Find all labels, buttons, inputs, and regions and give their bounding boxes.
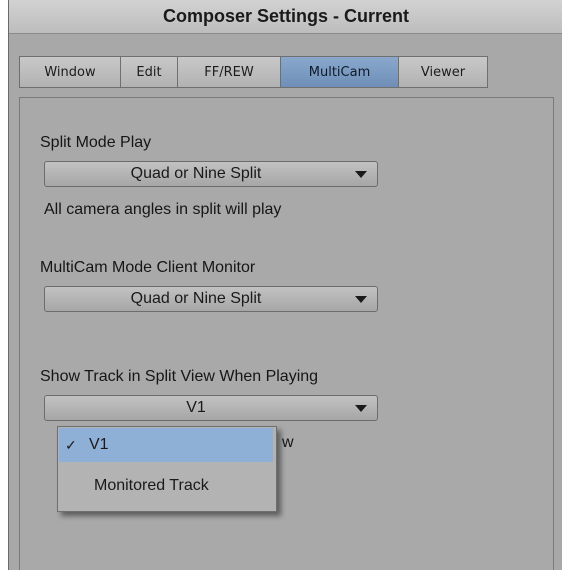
tab-multicam[interactable]: MultiCam [280, 56, 399, 88]
tab-ff-rew[interactable]: FF/REW [177, 56, 281, 88]
menu-item-v1[interactable]: ✓ V1 [59, 428, 273, 462]
composer-settings-window: Composer Settings - Current Window Edit … [8, 0, 562, 570]
show-track-label: Show Track in Split View When Playing [40, 368, 319, 385]
menu-item-v1-label: V1 [89, 436, 109, 453]
window-title: Composer Settings - Current [162, 6, 410, 26]
chevron-down-icon [355, 171, 367, 178]
tab-window[interactable]: Window [19, 56, 121, 88]
split-mode-value: Quad or Nine Split [130, 165, 262, 182]
tab-viewer[interactable]: Viewer [398, 56, 488, 88]
tab-edit[interactable]: Edit [120, 56, 178, 88]
checkmark-icon: ✓ [65, 436, 77, 453]
tab-edit-label: Edit [136, 64, 162, 80]
tab-viewer-label: Viewer [420, 64, 466, 80]
split-mode-note: All camera angles in split will play [44, 201, 282, 218]
title-bar[interactable]: Composer Settings - Current [9, 0, 562, 34]
split-mode-label: Split Mode Play [40, 134, 152, 151]
tab-bar: Window Edit FF/REW MultiCam Viewer [19, 56, 488, 88]
menu-item-monitored-track-label: Monitored Track [94, 477, 209, 494]
chevron-down-icon [355, 405, 367, 412]
show-track-dropdown[interactable]: V1 [44, 395, 378, 421]
client-monitor-label: MultiCam Mode Client Monitor [40, 259, 256, 276]
show-track-note-fragment: w [282, 434, 294, 451]
tab-multicam-label: MultiCam [308, 64, 371, 80]
show-track-value: V1 [186, 399, 206, 416]
tab-window-label: Window [44, 64, 96, 80]
client-monitor-dropdown[interactable]: Quad or Nine Split [44, 286, 378, 312]
menu-item-monitored-track[interactable]: Monitored Track [59, 469, 273, 503]
show-track-popup-menu: ✓ V1 Monitored Track [57, 426, 277, 512]
split-mode-dropdown[interactable]: Quad or Nine Split [44, 161, 378, 187]
client-monitor-value: Quad or Nine Split [130, 290, 262, 307]
tab-ff-rew-label: FF/REW [204, 64, 254, 80]
chevron-down-icon [355, 296, 367, 303]
